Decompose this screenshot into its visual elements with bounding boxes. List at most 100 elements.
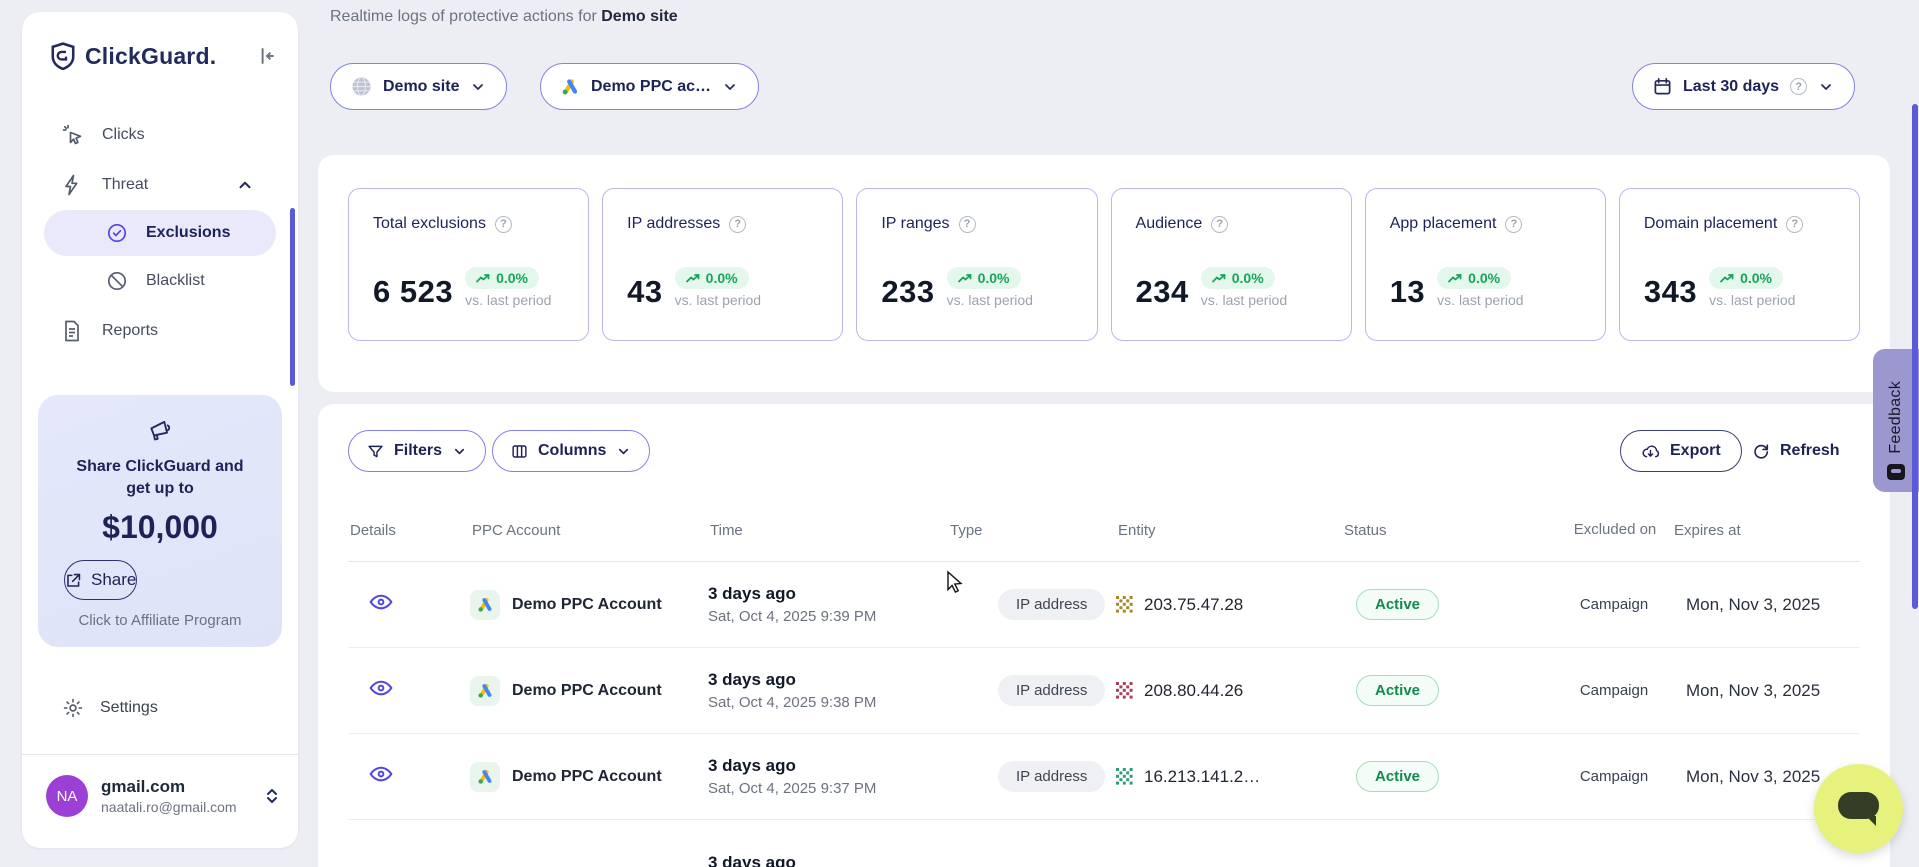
sidebar-item-exclusions[interactable]: Exclusions bbox=[44, 210, 276, 256]
stat-label: Total exclusions bbox=[373, 215, 486, 233]
page-scrollbar-thumb[interactable] bbox=[1912, 104, 1918, 609]
share-button-label: Share bbox=[91, 570, 136, 590]
page-subtitle: Realtime logs of protective actions for … bbox=[330, 8, 678, 26]
subtitle-text: Realtime logs of protective actions for bbox=[330, 8, 601, 25]
trend-badge: 0.0% bbox=[1201, 267, 1275, 289]
help-icon[interactable]: ? bbox=[959, 216, 976, 233]
clickguard-shield-icon bbox=[50, 42, 76, 70]
subtitle-site-name: Demo site bbox=[601, 8, 677, 25]
stat-card-ip-ranges: IP ranges? 233 0.0% vs. last period bbox=[856, 188, 1097, 341]
filters-button[interactable]: Filters bbox=[348, 430, 486, 472]
trend-value: 0.0% bbox=[706, 270, 738, 286]
refresh-icon bbox=[1752, 442, 1770, 460]
stats-section: Total exclusions? 6 523 0.0% vs. last pe… bbox=[318, 155, 1890, 392]
trend-value: 0.0% bbox=[1740, 270, 1772, 286]
help-icon[interactable]: ? bbox=[1786, 216, 1803, 233]
exclusions-table-card: Filters Columns Export Refresh Details P… bbox=[318, 404, 1890, 867]
filters-button-label: Filters bbox=[394, 442, 442, 460]
sidebar-item-settings[interactable]: Settings bbox=[62, 697, 158, 719]
time-relative: 3 days ago bbox=[708, 853, 948, 867]
share-button[interactable]: Share bbox=[64, 560, 137, 600]
sidebar-scrollbar[interactable] bbox=[290, 208, 295, 386]
view-details-eye-icon[interactable] bbox=[368, 761, 394, 787]
ppc-account-selector[interactable]: Demo PPC ac… bbox=[540, 63, 759, 110]
columns-icon bbox=[511, 443, 528, 460]
brand-name: ClickGuard. bbox=[85, 43, 216, 70]
affiliate-promo-card[interactable]: Share ClickGuard and get up to $10,000 S… bbox=[38, 395, 282, 647]
view-details-eye-icon[interactable] bbox=[368, 675, 394, 701]
trend-up-icon bbox=[1448, 273, 1462, 284]
help-icon[interactable]: ? bbox=[1790, 78, 1807, 95]
columns-button[interactable]: Columns bbox=[492, 430, 650, 472]
stat-value: 13 bbox=[1390, 274, 1425, 310]
entity-identicon bbox=[1116, 768, 1133, 785]
avatar: NA bbox=[46, 775, 88, 817]
affiliate-program-link[interactable]: Click to Affiliate Program bbox=[38, 612, 282, 629]
excluded-on-value: Campaign bbox=[1556, 682, 1672, 699]
excluded-on-value: Campaign bbox=[1556, 596, 1672, 613]
date-range-selector[interactable]: Last 30 days ? bbox=[1632, 63, 1855, 110]
help-icon[interactable]: ? bbox=[1505, 216, 1522, 233]
entity-identicon bbox=[1116, 596, 1133, 613]
trend-badge: 0.0% bbox=[1437, 267, 1511, 289]
feedback-tab-label: Feedback bbox=[1887, 381, 1905, 454]
google-ads-icon bbox=[470, 676, 500, 706]
time-relative: 3 days ago bbox=[708, 584, 948, 604]
google-ads-icon bbox=[470, 762, 500, 792]
time-absolute: Sat, Oct 4, 2025 9:39 PM bbox=[708, 608, 948, 625]
table-header-row: Details PPC Account Time Type Entity Sta… bbox=[348, 500, 1860, 562]
user-account-menu[interactable]: NA gmail.com naatali.ro@gmail.com bbox=[46, 775, 280, 817]
promo-text: Share ClickGuard and get up to bbox=[38, 456, 282, 499]
sidebar-item-threat[interactable]: Threat bbox=[22, 160, 298, 210]
help-icon[interactable]: ? bbox=[495, 216, 512, 233]
columns-button-label: Columns bbox=[538, 442, 606, 460]
sidebar-item-clicks[interactable]: Clicks bbox=[22, 110, 298, 160]
chevron-updown-icon bbox=[264, 786, 280, 806]
stat-caption: vs. last period bbox=[1437, 292, 1523, 308]
sidebar-item-label: Clicks bbox=[102, 126, 145, 144]
filter-icon bbox=[367, 443, 384, 460]
gear-icon bbox=[62, 697, 84, 719]
chat-launcher-button[interactable] bbox=[1814, 764, 1903, 853]
external-link-icon bbox=[65, 572, 82, 589]
account-name: Demo PPC Account bbox=[512, 768, 662, 786]
status-badge: Active bbox=[1356, 675, 1439, 706]
trend-up-icon bbox=[686, 273, 700, 284]
globe-icon bbox=[351, 76, 372, 97]
stat-label: App placement bbox=[1390, 215, 1497, 233]
refresh-button[interactable]: Refresh bbox=[1752, 430, 1840, 472]
column-header-account: PPC Account bbox=[470, 522, 708, 539]
help-icon[interactable]: ? bbox=[729, 216, 746, 233]
chevron-down-icon bbox=[616, 444, 631, 459]
ban-icon bbox=[106, 270, 130, 292]
sidebar-item-blacklist[interactable]: Blacklist bbox=[22, 256, 298, 306]
status-badge: Active bbox=[1356, 589, 1439, 620]
stat-value: 43 bbox=[627, 274, 662, 310]
trend-value: 0.0% bbox=[978, 270, 1010, 286]
stat-card-total-exclusions: Total exclusions? 6 523 0.0% vs. last pe… bbox=[348, 188, 589, 341]
sidebar-item-reports[interactable]: Reports bbox=[22, 306, 298, 356]
stat-value: 234 bbox=[1136, 274, 1189, 310]
view-details-eye-icon[interactable] bbox=[368, 589, 394, 615]
export-button[interactable]: Export bbox=[1620, 430, 1742, 472]
user-name: gmail.com bbox=[101, 777, 237, 797]
table-row: 3 days ago bbox=[348, 820, 1860, 867]
collapse-sidebar-icon[interactable] bbox=[256, 45, 278, 67]
stat-caption: vs. last period bbox=[465, 292, 551, 308]
site-selector[interactable]: Demo site bbox=[330, 63, 507, 110]
expires-at-value: Mon, Nov 3, 2025 bbox=[1672, 595, 1860, 615]
user-texts: gmail.com naatali.ro@gmail.com bbox=[101, 777, 237, 815]
badge-check-icon bbox=[106, 222, 130, 244]
chevron-down-icon bbox=[452, 444, 467, 459]
sidebar-item-label: Reports bbox=[102, 322, 158, 340]
google-ads-icon bbox=[470, 590, 500, 620]
user-email: naatali.ro@gmail.com bbox=[101, 799, 237, 815]
time-relative: 3 days ago bbox=[708, 670, 948, 690]
lightning-icon bbox=[62, 174, 86, 196]
stat-card-audience: Audience? 234 0.0% vs. last period bbox=[1111, 188, 1352, 341]
exclusions-table: Details PPC Account Time Type Entity Sta… bbox=[348, 500, 1860, 867]
status-badge: Active bbox=[1356, 761, 1439, 792]
cloud-download-icon bbox=[1641, 443, 1660, 460]
help-icon[interactable]: ? bbox=[1211, 216, 1228, 233]
table-row: Demo PPC Account 3 days agoSat, Oct 4, 2… bbox=[348, 648, 1860, 734]
